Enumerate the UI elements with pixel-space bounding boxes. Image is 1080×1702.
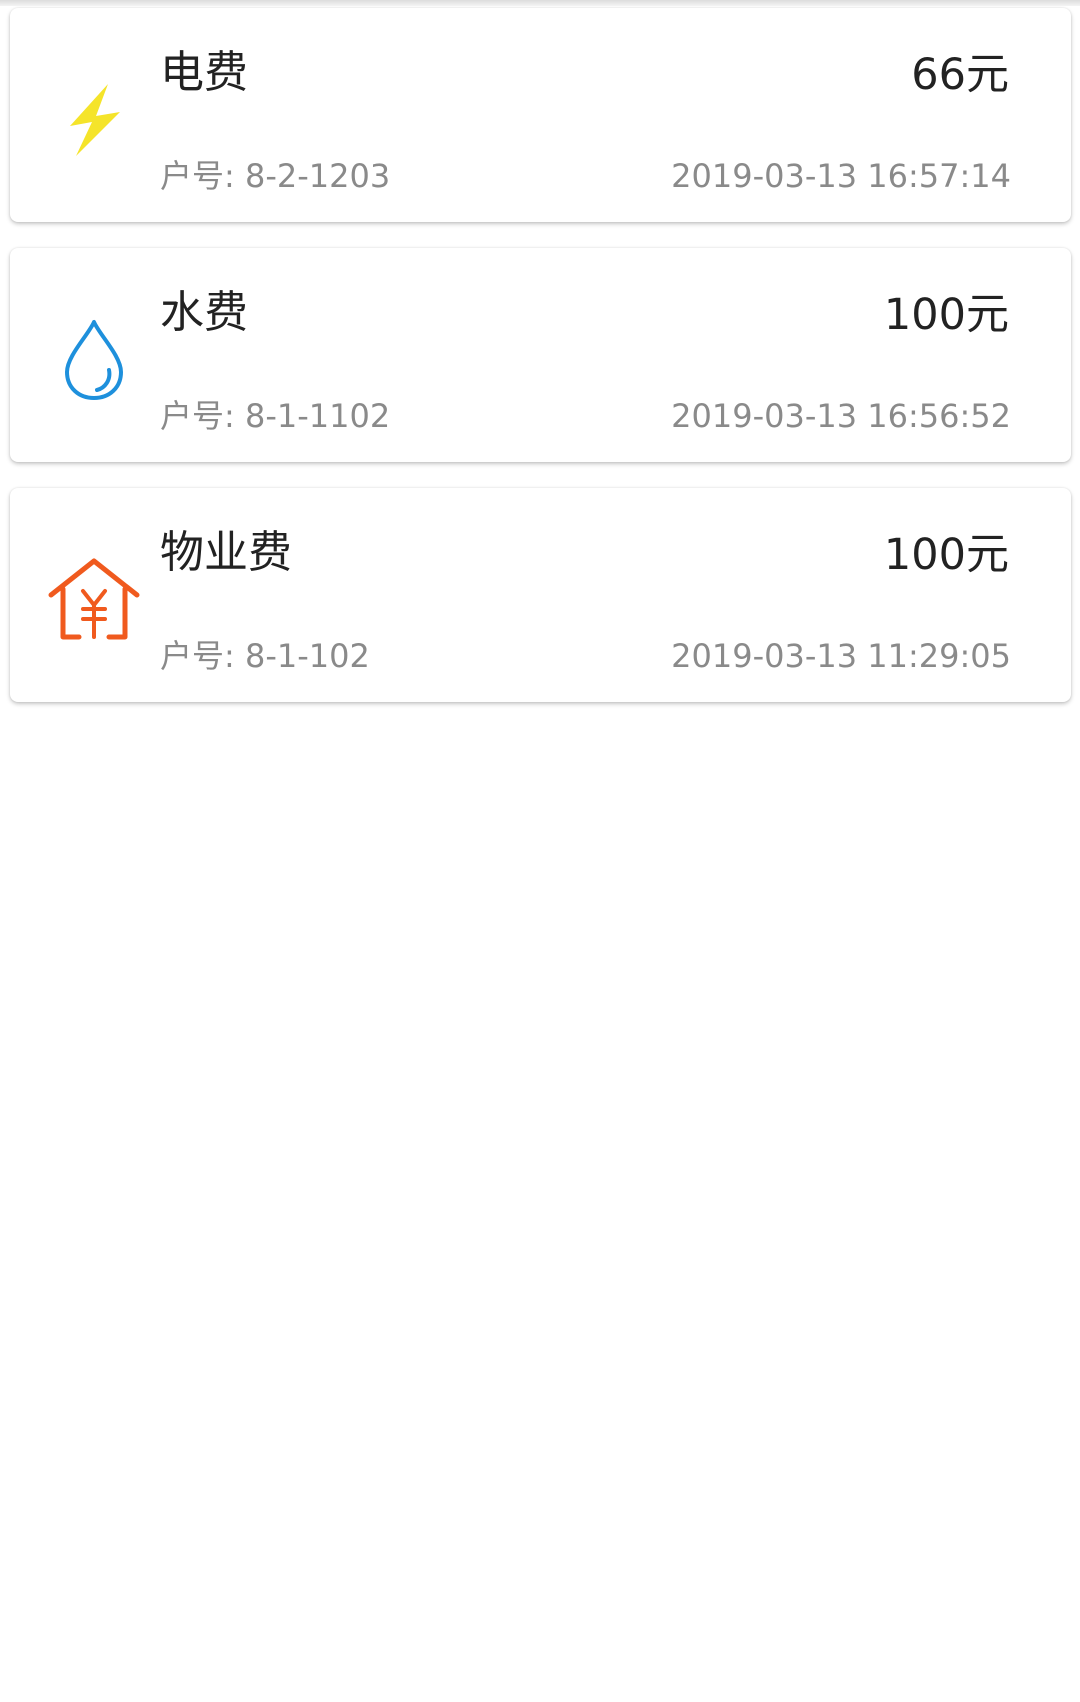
account-value: 8-1-1102 <box>244 397 391 435</box>
water-drop-icon <box>44 310 144 410</box>
payment-time: 2019-03-13 16:56:52 <box>671 397 1011 435</box>
payment-amount: 100元 <box>883 290 1009 340</box>
account-number: 户号: 8-1-1102 <box>160 396 390 436</box>
payment-title: 水费 <box>160 287 248 338</box>
account-label: 户号: <box>160 157 235 195</box>
account-value: 8-1-102 <box>244 637 370 675</box>
account-number: 户号: 8-2-1203 <box>160 156 390 196</box>
payment-card-property[interactable]: 物业费 100元 户号: 8-1-102 2019-03-13 11:29:05 <box>10 488 1071 702</box>
account-label: 户号: <box>160 397 235 435</box>
payment-title: 电费 <box>160 47 248 98</box>
payment-time: 2019-03-13 11:29:05 <box>671 637 1011 675</box>
payment-card-water[interactable]: 水费 100元 户号: 8-1-1102 2019-03-13 16:56:52 <box>10 248 1071 462</box>
lightning-icon <box>44 70 144 170</box>
payment-amount: 100元 <box>883 530 1009 580</box>
payment-title: 物业费 <box>160 527 292 578</box>
account-value: 8-2-1203 <box>244 157 391 195</box>
payment-amount: 66元 <box>911 50 1009 100</box>
house-yen-icon <box>44 550 144 650</box>
account-label: 户号: <box>160 637 235 675</box>
payment-card-electricity[interactable]: 电费 66元 户号: 8-2-1203 2019-03-13 16:57:14 <box>10 8 1071 222</box>
top-divider <box>0 0 1080 6</box>
payment-time: 2019-03-13 16:57:14 <box>671 157 1011 195</box>
account-number: 户号: 8-1-102 <box>160 636 370 676</box>
